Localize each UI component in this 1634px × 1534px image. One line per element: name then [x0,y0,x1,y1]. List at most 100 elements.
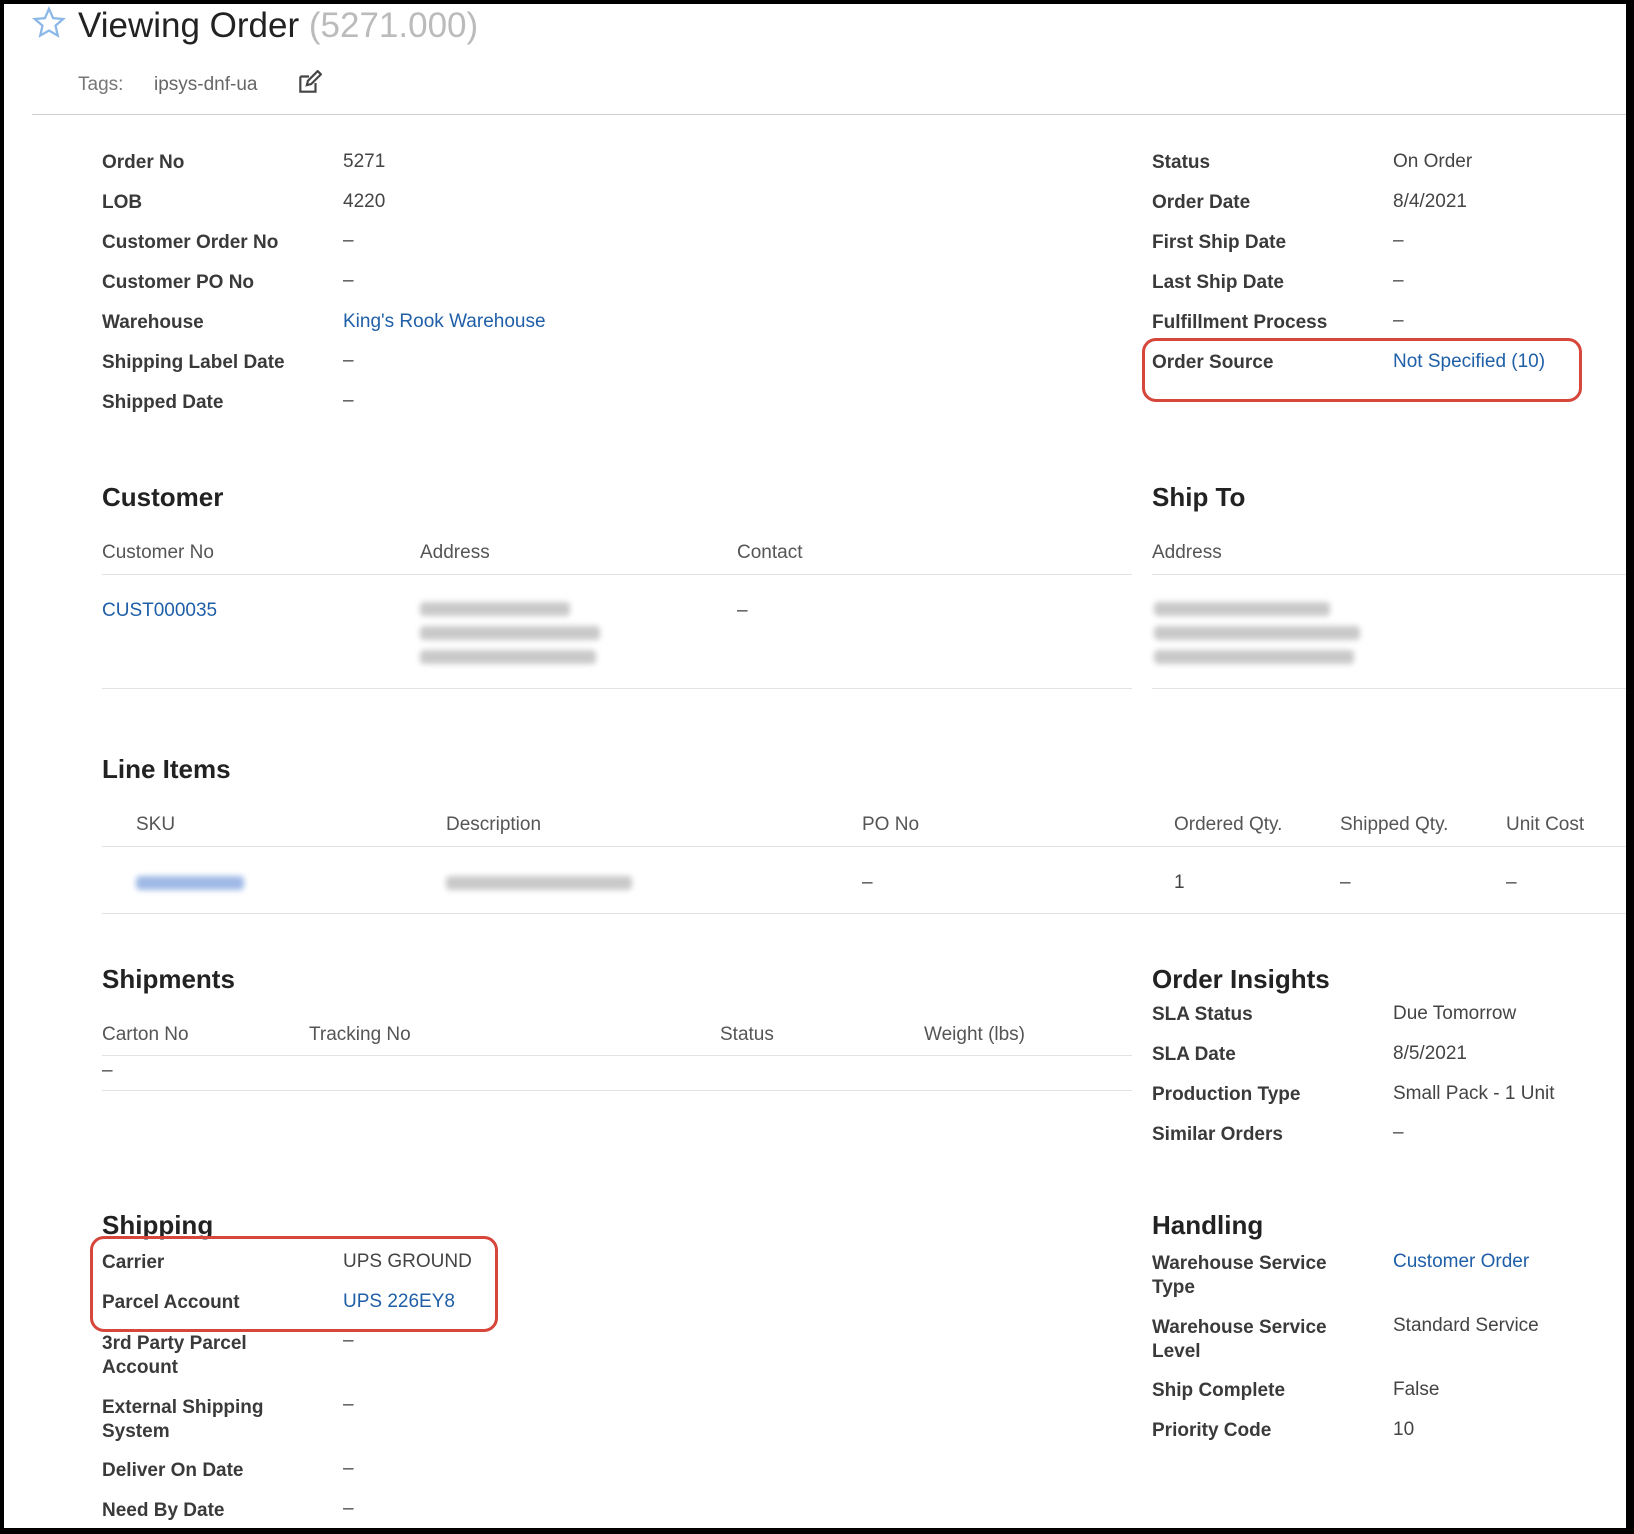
shipments-header-divider [102,1055,1132,1056]
lob-value: 4220 [343,191,386,212]
priority-code-label: Priority Code [1152,1420,1272,1441]
redacted-line [1154,602,1330,616]
customer-address-redacted [420,602,606,674]
label-line: Level [1152,1341,1201,1362]
handling-section-title: Handling [1152,1210,1264,1240]
line-item-po-no-value: – [862,872,873,893]
header-divider [32,114,1626,115]
lob-label: LOB [102,192,143,213]
warehouse-label: Warehouse [102,312,204,333]
customer-address-column-header: Address [420,542,490,563]
sla-status-value: Due Tomorrow [1393,1003,1517,1024]
customer-header-divider [102,574,1132,575]
production-type-value: Small Pack - 1 Unit [1393,1083,1555,1104]
label-line: 3rd Party Parcel [102,1333,247,1354]
ship-complete-label: Ship Complete [1152,1380,1286,1401]
description-column-header: Description [446,814,542,835]
order-date-label: Order Date [1152,192,1251,213]
page-title: Viewing Order (5271.000) [78,6,478,46]
redacted-line [1154,650,1354,664]
customer-section-title: Customer [102,482,224,512]
label-line: Warehouse Service [1152,1317,1327,1338]
customer-contact-value: – [737,600,748,621]
label-line: External Shipping [102,1397,264,1418]
deliver-on-date-label: Deliver On Date [102,1460,244,1481]
line-item-unit-cost-value: – [1506,872,1517,893]
order-no-label: Order No [102,152,185,173]
sla-status-label: SLA Status [1152,1004,1253,1025]
need-by-date-value: – [343,1498,354,1519]
customer-row-divider [102,688,1132,689]
tags-label: Tags: [78,74,124,95]
customer-order-no-label: Customer Order No [102,232,279,253]
label-line: Type [1152,1277,1195,1298]
redacted-line [420,650,596,664]
description-redacted [446,876,632,890]
first-ship-date-label: First Ship Date [1152,232,1287,253]
first-ship-date-value: – [1393,230,1404,251]
order-view-page: Viewing Order (5271.000) Tags: ipsys-dnf… [4,4,1626,1528]
line-items-row-divider [102,913,1626,914]
shipping-label-date-label: Shipping Label Date [102,352,285,373]
edit-icon[interactable] [296,69,323,101]
order-no-value: 5271 [343,151,386,172]
fulfillment-process-label: Fulfillment Process [1152,312,1328,333]
shipments-empty-value: – [102,1060,113,1081]
line-item-ordered-qty-value: 1 [1174,872,1185,893]
need-by-date-label: Need By Date [102,1500,225,1521]
redacted-line [420,602,570,616]
order-source-highlight [1142,338,1582,402]
customer-no-link[interactable]: CUST000035 [102,600,217,622]
order-number-subtitle: (5271.000) [308,6,479,45]
page-title-text: Viewing Order [78,6,300,45]
warehouse-service-level-label: Warehouse Service Level [1152,1316,1327,1364]
unit-cost-column-header: Unit Cost [1506,814,1585,835]
carton-no-column-header: Carton No [102,1024,189,1045]
warehouse-service-type-link[interactable]: Customer Order [1393,1251,1529,1273]
ordered-qty-column-header: Ordered Qty. [1174,814,1283,835]
similar-orders-label: Similar Orders [1152,1124,1283,1145]
fulfillment-process-value: – [1393,310,1404,331]
ship-to-address-redacted [1154,602,1364,674]
priority-code-value: 10 [1393,1419,1415,1440]
warehouse-link[interactable]: King's Rook Warehouse [343,311,546,333]
warehouse-service-type-label: Warehouse Service Type [1152,1252,1327,1300]
shipped-date-label: Shipped Date [102,392,224,413]
customer-order-no-value: – [343,230,354,251]
shipped-qty-column-header: Shipped Qty. [1340,814,1449,835]
tracking-no-column-header: Tracking No [309,1024,411,1045]
sla-date-label: SLA Date [1152,1044,1236,1065]
order-insights-section-title: Order Insights [1152,964,1330,994]
redacted-line [420,626,600,640]
label-line: Account [102,1357,178,1378]
ship-to-address-column-header: Address [1152,542,1222,563]
shipments-row-divider [102,1090,1132,1091]
last-ship-date-label: Last Ship Date [1152,272,1284,293]
sku-link-redacted[interactable] [136,876,244,890]
deliver-on-date-value: – [343,1458,354,1479]
last-ship-date-value: – [1393,270,1404,291]
line-items-header-divider [102,846,1626,847]
third-party-parcel-account-label: 3rd Party Parcel Account [102,1332,247,1380]
customer-po-no-label: Customer PO No [102,272,255,293]
external-shipping-system-value: – [343,1394,354,1415]
customer-no-column-header: Customer No [102,542,214,563]
order-date-value: 8/4/2021 [1393,191,1467,212]
ship-to-header-divider [1152,574,1626,575]
warehouse-service-level-value: Standard Service [1393,1315,1539,1336]
line-item-shipped-qty-value: – [1340,872,1351,893]
status-value: On Order [1393,151,1473,172]
ship-to-row-divider [1152,688,1626,689]
status-label: Status [1152,152,1211,173]
sla-date-value: 8/5/2021 [1393,1043,1467,1064]
ship-complete-value: False [1393,1379,1440,1400]
production-type-label: Production Type [1152,1084,1301,1105]
shipment-status-column-header: Status [720,1024,774,1045]
similar-orders-value: – [1393,1122,1404,1143]
external-shipping-system-label: External Shipping System [102,1396,264,1444]
star-icon[interactable] [32,6,66,45]
carrier-highlight [90,1236,498,1332]
customer-contact-column-header: Contact [737,542,803,563]
ship-to-section-title: Ship To [1152,482,1246,512]
shipping-label-date-value: – [343,350,354,371]
